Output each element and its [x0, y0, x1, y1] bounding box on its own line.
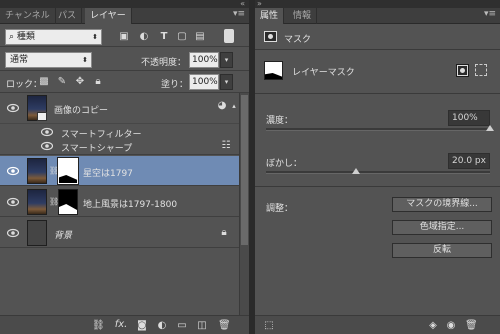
layer-name: 地上風景は1797-1800	[83, 200, 178, 210]
tab-properties[interactable]: 属性	[255, 8, 285, 24]
mask-header-icon	[264, 31, 277, 42]
panel-top-strip: »	[255, 0, 500, 8]
opacity-dropdown-icon[interactable]: ▾	[220, 52, 233, 68]
opacity-field[interactable]: 100%	[189, 52, 219, 68]
fill-label: 塗り：	[161, 80, 189, 90]
layer-thumbnail	[27, 189, 47, 215]
expand-icon[interactable]: »	[257, 0, 262, 8]
properties-footer: ⬚ ◈ ◉ 🗑︎	[255, 315, 500, 334]
properties-header: マスク	[284, 35, 312, 45]
filter-toggle-icon[interactable]	[224, 29, 234, 43]
stepper-icon: ⬍	[82, 56, 88, 64]
tab-channels[interactable]: チャンネル	[0, 8, 56, 24]
visibility-eye-icon[interactable]	[7, 228, 19, 238]
lock-image-icon[interactable]: ✎	[56, 76, 68, 88]
layers-tab-bar: チャンネル パス レイヤー ▾≡	[0, 8, 249, 24]
layer-name: 星空は1797	[83, 169, 133, 179]
smart-filter-label: スマートフィルター	[61, 130, 142, 140]
properties-tab-bar: 属性 情報 ▾≡	[255, 8, 500, 24]
filter-kind-value: 種類	[16, 32, 35, 42]
filter-smart-sharpen[interactable]: スマートシャープ	[61, 141, 132, 154]
feather-label: ぼかし：	[266, 159, 303, 169]
feather-slider-thumb[interactable]	[351, 168, 360, 174]
tab-layers[interactable]: レイヤー	[85, 8, 132, 24]
collapse-icon[interactable]: «	[240, 0, 245, 8]
lock-position-icon[interactable]: ✥	[74, 76, 86, 88]
scrollbar-thumb[interactable]	[241, 95, 248, 245]
visibility-eye-icon[interactable]	[7, 103, 19, 113]
fill-dropdown-icon[interactable]: ▾	[220, 74, 233, 90]
filter-shape-icon[interactable]: ▢	[176, 31, 188, 43]
lock-all-icon[interactable]: 🔒︎	[92, 76, 104, 88]
delete-mask-icon[interactable]: 🗑︎	[465, 320, 478, 332]
new-group-icon[interactable]: ▭	[176, 320, 188, 332]
add-mask-icon[interactable]: ◙	[136, 320, 148, 332]
layer-background[interactable]: 背景 🔒︎	[0, 218, 239, 248]
layer-thumbnail	[27, 220, 47, 246]
filter-options-icon[interactable]: ☷	[220, 140, 232, 152]
fill-field[interactable]: 100%	[189, 74, 219, 90]
properties-panel: » 属性 情報 ▾≡ マスク レイヤーマスク 濃度： 100% ぼかし： 20.…	[255, 0, 500, 334]
invert-button[interactable]: 反転	[392, 243, 492, 258]
delete-layer-icon[interactable]: 🗑︎	[218, 320, 231, 332]
color-range-button[interactable]: 色域指定...	[392, 220, 492, 235]
link-layers-icon[interactable]: ⛓︎	[92, 320, 105, 332]
smart-filter-eye-icon[interactable]	[41, 127, 53, 137]
feather-slider[interactable]	[266, 171, 490, 174]
mask-preview-icon	[264, 61, 283, 80]
density-field[interactable]: 100%	[448, 110, 490, 126]
visibility-eye-icon[interactable]	[7, 166, 19, 176]
adjustment-layer-icon[interactable]: ◐	[156, 320, 168, 332]
density-slider[interactable]	[266, 128, 490, 131]
filter-kind-select[interactable]: ⌕ 種類 ⬍	[5, 29, 102, 45]
density-slider-thumb[interactable]	[486, 125, 494, 131]
blend-mode-select[interactable]: 通常 ⬍	[5, 52, 92, 68]
mask-type-label: レイヤーマスク	[292, 68, 355, 78]
layer-image-copy[interactable]: 画像のコピー ◕ ▴ スマートフィルター スマートシャープ ☷	[0, 93, 239, 155]
layer-style-fx-icon[interactable]: fx.	[114, 319, 128, 331]
layers-footer: ⛓︎ fx. ◙ ◐ ▭ ◫ 🗑︎	[0, 315, 249, 334]
filter-smart-object-icon[interactable]: ▤	[194, 31, 206, 43]
panel-menu-icon[interactable]: ▾≡	[484, 9, 496, 19]
panel-menu-icon[interactable]: ▾≡	[233, 9, 245, 19]
panel-top-strip: «	[0, 0, 249, 8]
tab-info[interactable]: 情報	[288, 8, 318, 24]
refine-label: 調整：	[266, 204, 294, 214]
pixel-mask-icon[interactable]	[456, 64, 469, 77]
lock-label: ロック：	[6, 80, 43, 90]
load-selection-icon[interactable]: ⬚	[263, 320, 275, 332]
lock-transparent-icon[interactable]: ▩	[38, 76, 50, 88]
filter-type-icon[interactable]: T	[158, 31, 170, 43]
mask-edge-button[interactable]: マスクの境界線...	[392, 197, 492, 212]
layers-scrollbar[interactable]	[239, 93, 249, 315]
feather-field[interactable]: 20.0 px	[448, 153, 490, 169]
search-icon: ⌕	[9, 32, 15, 42]
stepper-icon: ⬍	[92, 33, 98, 41]
vector-mask-icon[interactable]	[475, 64, 487, 76]
apply-mask-icon[interactable]: ◈	[427, 320, 439, 332]
density-label: 濃度：	[266, 116, 294, 126]
filter-adjustment-icon[interactable]: ◐	[138, 31, 150, 43]
blend-mode-value: 通常	[10, 55, 29, 65]
new-layer-icon[interactable]: ◫	[196, 320, 208, 332]
layers-panel: « チャンネル パス レイヤー ▾≡ ⌕ 種類 ⬍ ▣ ◐ T ▢ ▤ 通常 ⬍…	[0, 0, 249, 334]
tab-paths[interactable]: パス	[53, 8, 83, 24]
disable-mask-icon[interactable]: ◉	[445, 320, 457, 332]
layer-starry-sky[interactable]: ⛓︎ 星空は1797	[0, 156, 239, 186]
mask-thumbnail[interactable]	[58, 189, 78, 215]
layer-name: 画像のコピー	[54, 106, 109, 116]
opacity-label: 不透明度：	[141, 58, 187, 68]
filter-eye-icon[interactable]	[41, 141, 53, 151]
layer-ground-scenery[interactable]: ⛓︎ 地上風景は1797-1800	[0, 187, 239, 217]
expand-arrow-icon[interactable]: ▴	[230, 100, 238, 112]
filter-pixel-icon[interactable]: ▣	[118, 31, 130, 43]
layer-name: 背景	[54, 231, 73, 241]
smart-object-badge-icon	[37, 112, 47, 121]
layer-thumbnail	[27, 158, 47, 184]
smart-filter-indicator-icon[interactable]: ◕	[216, 100, 228, 112]
lock-icon: 🔒︎	[221, 227, 227, 238]
visibility-eye-icon[interactable]	[7, 197, 19, 207]
mask-thumbnail[interactable]	[57, 157, 79, 185]
